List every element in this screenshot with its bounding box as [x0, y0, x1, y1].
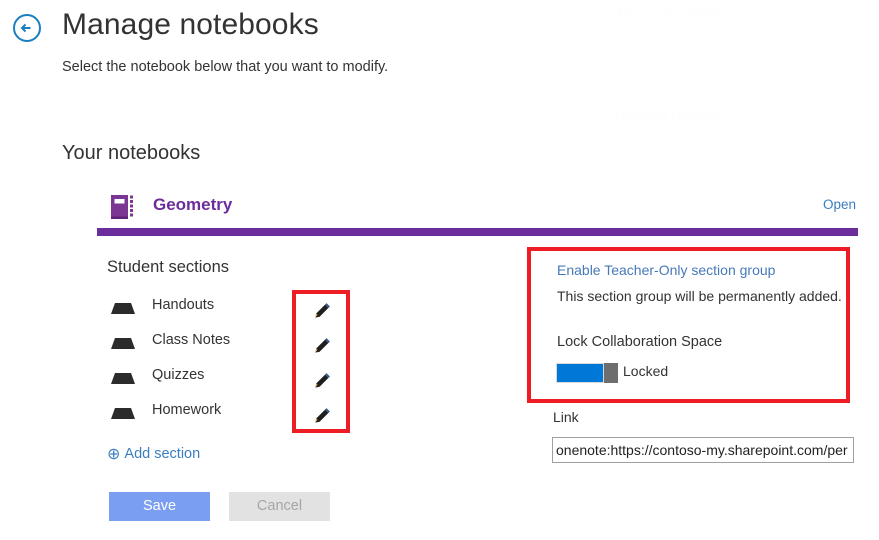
teacher-only-description: This section group will be permanently a… [557, 288, 842, 304]
add-section-button[interactable]: ⊕ Add section [107, 446, 201, 463]
toggle-state-label: Locked [623, 363, 669, 379]
link-input[interactable] [552, 437, 854, 463]
teacher-only-highlight-box: Enable Teacher-Only section group This s… [527, 247, 850, 403]
section-label: Handouts [152, 297, 215, 313]
toggle-track [556, 363, 604, 383]
enable-teacher-only-link[interactable]: Enable Teacher-Only section group [557, 262, 775, 278]
lock-collaboration-space-label: Lock Collaboration Space [557, 334, 723, 350]
section-label: Class Notes [152, 332, 231, 348]
link-label: Link [553, 409, 579, 425]
plus-circle-icon: ⊕ [107, 446, 121, 463]
student-sections-heading: Student sections [107, 258, 229, 276]
pencil-icon[interactable] [312, 301, 332, 321]
section-label: Homework [152, 402, 222, 418]
notebook-row-geometry[interactable]: Geometry Open [97, 190, 858, 228]
notebook-accent-bar [97, 228, 858, 236]
pencil-icon[interactable] [312, 371, 332, 391]
notebook-book-icon [109, 192, 139, 222]
add-section-label: Add section [124, 446, 201, 462]
your-notebooks-heading: Your notebooks [62, 142, 201, 164]
save-button[interactable]: Save [109, 492, 210, 521]
section-tab-icon [110, 407, 136, 420]
edit-pencils-highlight-box [292, 290, 350, 433]
back-arrow-circle-icon[interactable] [12, 13, 42, 43]
section-tab-icon [110, 337, 136, 350]
open-notebook-link[interactable]: Open [823, 197, 856, 212]
page-subtitle: Select the notebook below that you want … [62, 59, 389, 75]
section-tab-icon [110, 302, 136, 315]
background-watermark-top: Microsoft OneNote [618, 6, 727, 21]
section-label: Quizzes [152, 367, 205, 383]
pencil-icon[interactable] [312, 336, 332, 356]
section-tab-icon [110, 372, 136, 385]
background-watermark-mid: Microsoft OneNote [615, 108, 724, 123]
cancel-button: Cancel [229, 492, 330, 521]
pencil-icon[interactable] [312, 406, 332, 426]
page-title: Manage notebooks [62, 8, 319, 41]
manage-notebooks-page: Microsoft OneNote Microsoft OneNote Mana… [0, 0, 879, 540]
notebook-name[interactable]: Geometry [153, 195, 232, 215]
lock-collaboration-toggle[interactable] [556, 363, 618, 383]
toggle-thumb [604, 363, 618, 383]
